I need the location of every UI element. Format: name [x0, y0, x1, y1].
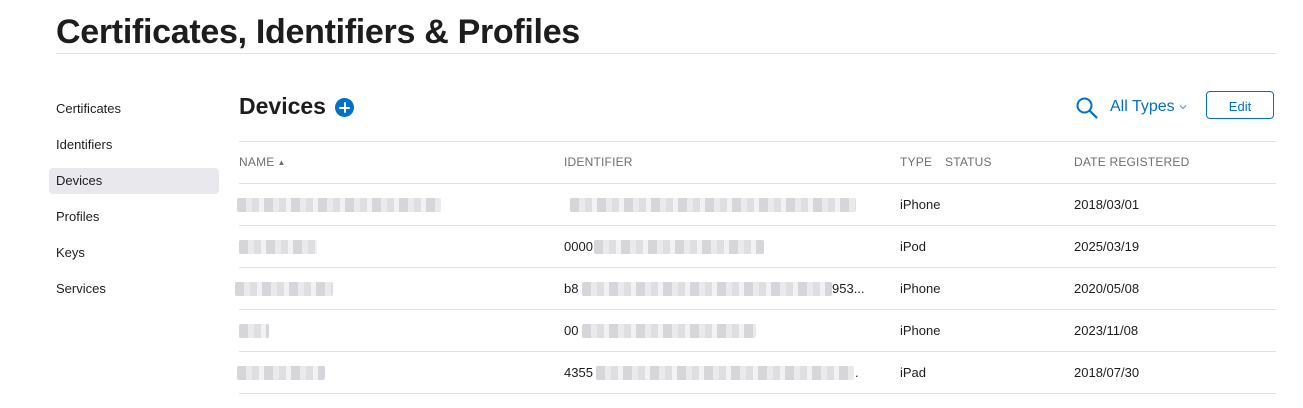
- identifier-prefix: 4355: [564, 352, 594, 393]
- redacted-identifier: [582, 324, 756, 338]
- identifier-prefix: 0000: [564, 226, 594, 267]
- table-row[interactable]: b8 953... iPhone 2020/05/08: [235, 267, 1276, 309]
- device-type-cell: iPhone: [900, 323, 941, 338]
- redacted-device-name: [239, 324, 269, 338]
- sidebar-item-identifiers[interactable]: Identifiers: [49, 132, 219, 158]
- date-registered-cell: 2023/11/08: [1074, 323, 1139, 338]
- redacted-identifier: [596, 366, 854, 380]
- sidebar-item-profiles[interactable]: Profiles: [49, 204, 219, 230]
- redacted-device-name: [239, 240, 317, 254]
- type-filter-label: All Types: [1110, 98, 1175, 115]
- section-title: Devices: [239, 93, 326, 119]
- table-body: iPhone 2018/03/01 0000 iPod 2025/03/19 b…: [235, 183, 1276, 394]
- column-header-date-registered[interactable]: DATE REGISTERED: [1074, 142, 1224, 183]
- table-row[interactable]: iPhone 2018/03/01: [237, 183, 1276, 225]
- redacted-device-name: [237, 198, 441, 212]
- sidebar-item-devices[interactable]: Devices: [49, 168, 219, 194]
- table-row[interactable]: 00 iPhone 2023/11/08: [239, 309, 1276, 351]
- redacted-identifier: [594, 240, 764, 254]
- type-filter-dropdown[interactable]: All Types: [1110, 96, 1188, 118]
- redacted-device-name: [235, 282, 333, 296]
- search-icon[interactable]: [1075, 96, 1099, 120]
- plus-circle-icon[interactable]: [335, 98, 354, 117]
- identifier-suffix: .: [855, 365, 859, 380]
- redacted-identifier: [582, 282, 832, 296]
- column-header-identifier[interactable]: IDENTIFIER: [564, 142, 864, 183]
- sidebar-item-keys[interactable]: Keys: [49, 240, 219, 266]
- edit-button[interactable]: Edit: [1206, 91, 1274, 119]
- sidebar-item-certificates[interactable]: Certificates: [49, 96, 219, 122]
- table-row[interactable]: 0000 iPod 2025/03/19: [239, 225, 1276, 267]
- date-registered-cell: 2020/05/08: [1074, 281, 1140, 296]
- device-type-cell: iPhone: [900, 281, 941, 296]
- redacted-device-name: [237, 366, 325, 380]
- search-icon-glyph: [1076, 97, 1098, 119]
- column-header-name-label: NAME: [239, 155, 275, 169]
- identifier-suffix: 953...: [832, 281, 865, 296]
- sidebar: Certificates Identifiers Devices Profile…: [49, 96, 219, 312]
- date-registered-cell: 2018/03/01: [1074, 197, 1140, 212]
- table-header: NAME ▲ IDENTIFIER TYPE STATUS DATE REGIST…: [239, 141, 1276, 183]
- date-registered-cell: 2018/07/30: [1074, 365, 1140, 380]
- device-type-cell: iPhone: [900, 197, 941, 212]
- date-registered-cell: 2025/03/19: [1074, 239, 1140, 254]
- column-header-type[interactable]: TYPE: [900, 142, 940, 183]
- sidebar-item-services[interactable]: Services: [49, 276, 219, 302]
- table-row[interactable]: 4355 . iPad 2018/07/30: [237, 351, 1276, 394]
- title-divider: [56, 53, 1276, 54]
- redacted-identifier: [570, 198, 856, 212]
- identifier-prefix: b8: [564, 268, 580, 309]
- device-type-cell: iPod: [900, 239, 927, 254]
- column-header-status[interactable]: STATUS: [945, 142, 1025, 183]
- page-title: Certificates, Identifiers & Profiles: [56, 13, 580, 51]
- chevron-down-icon: [1179, 104, 1187, 110]
- sort-ascending-icon: ▲: [277, 158, 286, 167]
- device-type-cell: iPad: [900, 365, 927, 380]
- devices-table: NAME ▲ IDENTIFIER TYPE STATUS DATE REGIST…: [235, 141, 1276, 394]
- column-header-name[interactable]: NAME ▲: [239, 142, 559, 183]
- identifier-prefix: 00: [564, 310, 580, 351]
